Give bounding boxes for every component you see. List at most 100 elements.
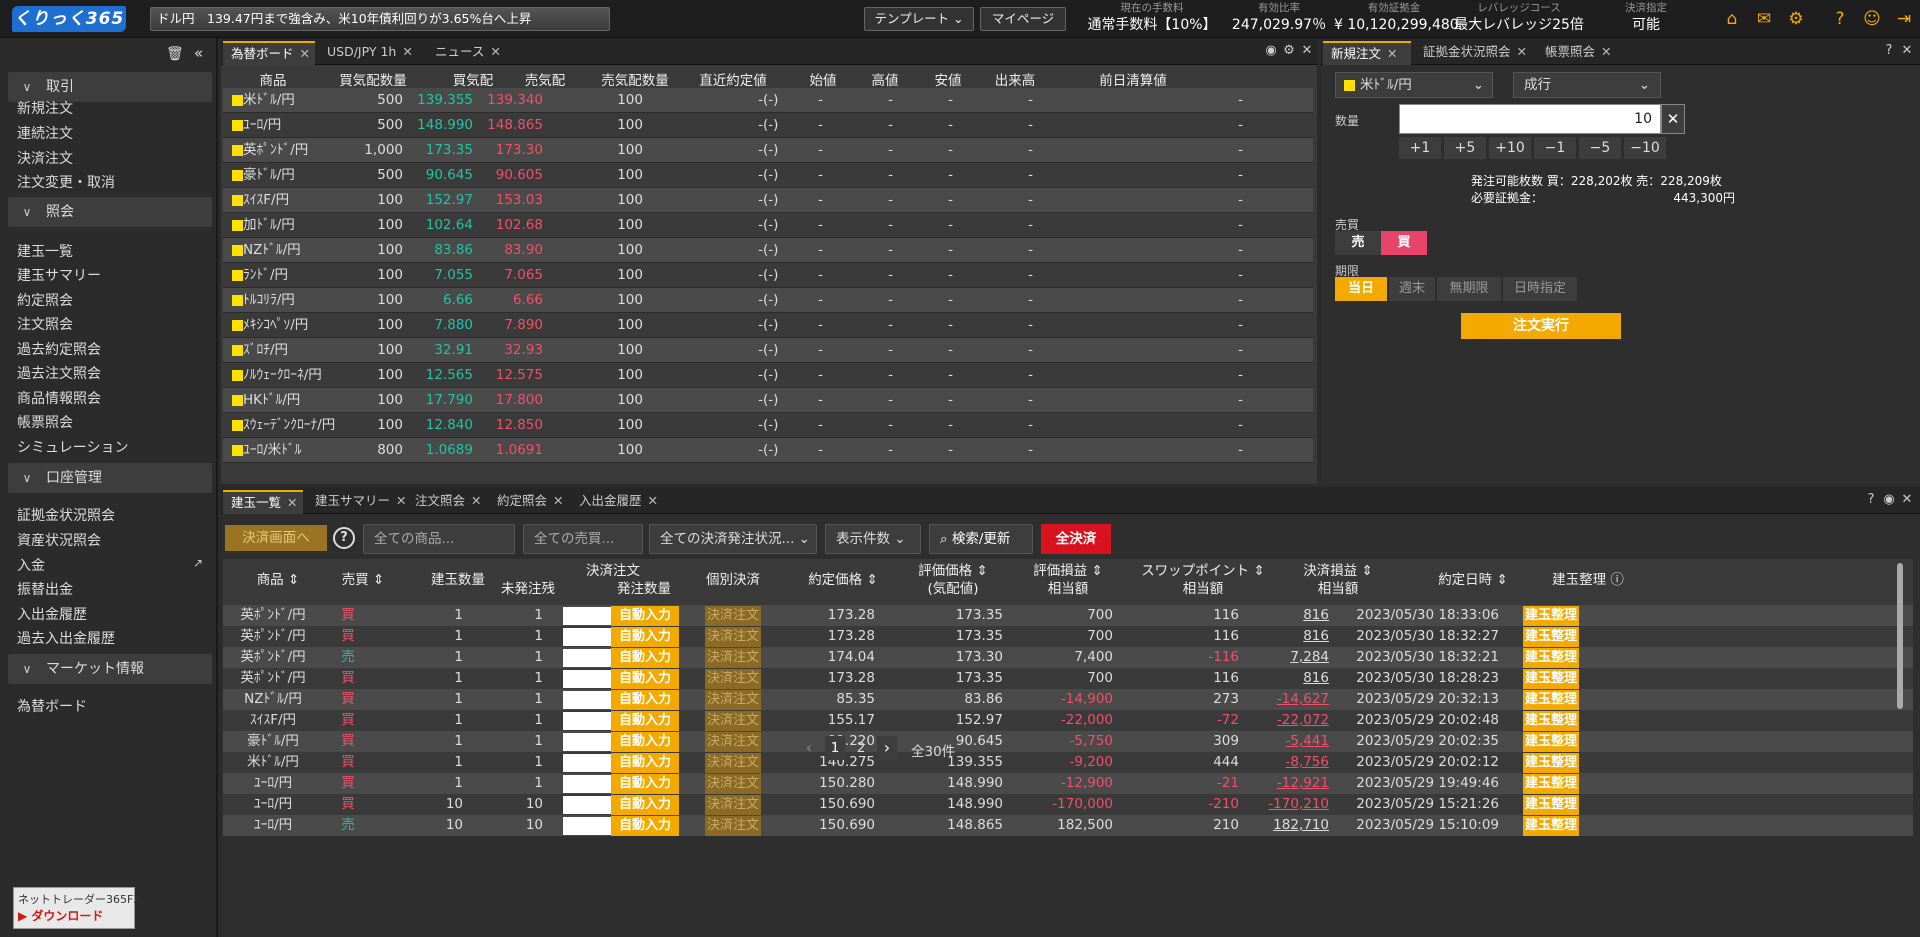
settle-screen-button[interactable]: 決済画面へ	[225, 525, 327, 551]
close-icon[interactable]: ✕	[1387, 46, 1397, 61]
side-filter[interactable]: 全ての売買...	[523, 524, 643, 554]
board-row[interactable]: NZﾄﾞﾙ/円 100 83.86 83.90 100- (-) - - - - -	[223, 238, 1313, 263]
board-row[interactable]: 英ﾎﾟﾝﾄﾞ/円 1,000 173.35 173.30 100- (-) - - - - -	[223, 138, 1313, 163]
auto-fill-button[interactable]: 自動入力	[611, 606, 679, 626]
close-icon[interactable]: ✕	[1517, 44, 1527, 59]
qty-plus-10-button[interactable]: +10	[1489, 137, 1531, 159]
tab-deposit-history[interactable]: 入出金履歴 ✕	[571, 490, 667, 514]
position-row[interactable]: 英ﾎﾟﾝﾄﾞ/円 買 1 1 自動入力 決済注文 173.28 173.35 700 116 816…	[223, 668, 1913, 689]
help-icon[interactable]: ?	[333, 527, 355, 549]
close-position-button[interactable]: 建玉整理	[1523, 774, 1579, 794]
page-1-button[interactable]: 1	[825, 736, 845, 760]
close-icon[interactable]: ✕	[1601, 44, 1611, 59]
sidebar-item-positions[interactable]: 建玉一覧	[17, 241, 73, 261]
order-qty-input[interactable]	[563, 754, 611, 772]
tab-margin-status[interactable]: 証拠金状況照会 ✕	[1415, 41, 1533, 65]
submit-order-button[interactable]: 注文実行	[1461, 313, 1621, 339]
status-filter[interactable]: 全ての決済発注状況... ⌄	[649, 524, 817, 554]
order-qty-input[interactable]	[563, 607, 611, 625]
position-row[interactable]: NZﾄﾞﾙ/円 買 1 1 自動入力 決済注文 85.35 83.86 -14,900 273 -1…	[223, 689, 1913, 710]
sidebar-item-fx-board[interactable]: 為替ボード	[17, 696, 87, 716]
board-row[interactable]: ｽｲｽF/円 100 152.97 153.03 100- (-) - - - - -	[223, 188, 1313, 213]
board-row[interactable]: ｽﾞﾛﾁ/円 100 32.91 32.93 100- (-) - - - - -	[223, 338, 1313, 363]
board-row[interactable]: ﾗﾝﾄﾞ/円 100 7.055 7.065 100- (-) - - - - -	[223, 263, 1313, 288]
section-account[interactable]: ∨ 口座管理	[8, 463, 212, 493]
close-icon[interactable]: ✕	[1299, 43, 1315, 59]
sidebar-item-position-summary[interactable]: 建玉サマリー	[17, 265, 101, 285]
order-qty-input[interactable]	[563, 712, 611, 730]
close-position-button[interactable]: 建玉整理	[1523, 627, 1579, 647]
product-filter[interactable]: 全ての商品...	[363, 524, 515, 554]
settle-order-button[interactable]: 決済注文	[705, 816, 761, 836]
auto-fill-button[interactable]: 自動入力	[611, 732, 679, 752]
sidebar-item-settle-order[interactable]: 決済注文	[17, 148, 73, 168]
sidebar-item-margin-status[interactable]: 証拠金状況照会	[17, 505, 115, 525]
tab-usdjpy-chart[interactable]: USD/JPY 1h ✕	[319, 41, 423, 65]
auto-fill-button[interactable]: 自動入力	[611, 669, 679, 689]
close-icon[interactable]: ✕	[648, 493, 658, 508]
board-row[interactable]: 加ﾄﾞﾙ/円 100 102.64 102.68 100- (-) - - - - -	[223, 213, 1313, 238]
sidebar-item-continuous-order[interactable]: 連続注文	[17, 123, 73, 143]
close-icon[interactable]: ✕	[402, 44, 412, 59]
board-row[interactable]: HKﾄﾞﾙ/円 100 17.790 17.800 100- (-) - - - - -	[223, 388, 1313, 413]
settle-order-button[interactable]: 決済注文	[705, 669, 761, 689]
auto-fill-button[interactable]: 自動入力	[611, 627, 679, 647]
position-settle-pl[interactable]: -12,921	[1263, 773, 1329, 794]
next-page-icon[interactable]: ›	[877, 736, 897, 760]
close-icon[interactable]: ✕	[300, 46, 310, 61]
settle-order-button[interactable]: 決済注文	[705, 627, 761, 647]
sidebar-item-deposit[interactable]: 入金	[17, 555, 45, 575]
board-row[interactable]: ﾉﾙｳｪｰｸﾛｰﾈ/円 100 12.565 12.575 100- (-) - - - - -	[223, 363, 1313, 388]
sidebar-item-modify-cancel[interactable]: 注文変更・取消	[17, 172, 115, 192]
col-exec-date[interactable]: 約定日時 ⇕	[1403, 571, 1543, 589]
close-icon[interactable]: ✕	[287, 495, 297, 510]
position-settle-pl[interactable]: 816	[1263, 626, 1329, 647]
sell-toggle[interactable]: 売	[1335, 231, 1381, 255]
close-icon[interactable]: ✕	[1899, 492, 1915, 508]
position-settle-pl[interactable]: 816	[1263, 605, 1329, 626]
close-position-button[interactable]: 建玉整理	[1523, 669, 1579, 689]
position-row[interactable]: 英ﾎﾟﾝﾄﾞ/円 売 1 1 自動入力 決済注文 174.04 173.30 7,400 -116…	[223, 647, 1913, 668]
board-row[interactable]: ｽｳｪｰﾃﾞﾝｸﾛｰﾅ/円 100 12.840 12.850 100- (-) - - - - -	[223, 413, 1313, 438]
board-row[interactable]: ﾄﾙｺﾘﾗ/円 100 6.66 6.66 100- (-) - - - - -	[223, 288, 1313, 313]
auto-fill-button[interactable]: 自動入力	[611, 648, 679, 668]
qty-minus-5-button[interactable]: −5	[1579, 137, 1621, 159]
close-position-button[interactable]: 建玉整理	[1523, 753, 1579, 773]
collapse-icon[interactable]: «	[194, 44, 203, 62]
tab-news[interactable]: ニュース ✕	[427, 41, 513, 65]
auto-fill-button[interactable]: 自動入力	[611, 690, 679, 710]
position-row[interactable]: ﾕｰﾛ/円 買 10 10 自動入力 決済注文 150.690 148.990 -170,000…	[223, 794, 1913, 815]
period-datetime[interactable]: 日時指定	[1503, 277, 1577, 301]
eye-icon[interactable]: ◉	[1263, 43, 1279, 59]
buy-toggle[interactable]: 買	[1381, 231, 1427, 255]
order-type-select[interactable]: 成行 ⌄	[1513, 72, 1661, 98]
auto-fill-button[interactable]: 自動入力	[611, 795, 679, 815]
sidebar-item-past-executions[interactable]: 過去約定照会	[17, 339, 101, 359]
tab-new-order[interactable]: 新規注文 ✕	[1323, 41, 1411, 65]
user-icon[interactable]: ☺	[1862, 9, 1882, 29]
sidebar-item-withdraw[interactable]: 振替出金	[17, 579, 73, 599]
sidebar-item-past-deposit-history[interactable]: 過去入出金履歴	[17, 628, 115, 648]
qty-minus-1-button[interactable]: −1	[1534, 137, 1576, 159]
gear-icon[interactable]: ⚙	[1281, 43, 1297, 59]
tab-reports[interactable]: 帳票照会 ✕	[1537, 41, 1619, 65]
tab-execution-inquiry[interactable]: 約定照会 ✕	[489, 490, 569, 514]
col-side[interactable]: 売買 ⇕	[323, 571, 403, 589]
order-qty-input[interactable]	[563, 817, 611, 835]
board-row[interactable]: 米ﾄﾞﾙ/円 500 139.355 139.340 100- (-) - - - - -	[223, 88, 1313, 113]
col-exec-price[interactable]: 約定価格 ⇕	[783, 571, 903, 589]
close-icon[interactable]: ✕	[1899, 43, 1915, 59]
position-settle-pl[interactable]: -8,756	[1263, 752, 1329, 773]
position-settle-pl[interactable]: 7,284	[1263, 647, 1329, 668]
trash-icon[interactable]: 🗑	[166, 46, 184, 62]
eye-icon[interactable]: ◉	[1881, 492, 1897, 508]
count-filter[interactable]: 表示件数 ⌄	[825, 524, 921, 554]
settle-order-button[interactable]: 決済注文	[705, 753, 761, 773]
sidebar-item-deposit-history[interactable]: 入出金履歴	[17, 604, 87, 624]
position-row[interactable]: ﾕｰﾛ/円 売 10 10 自動入力 決済注文 150.690 148.865 182,500 2…	[223, 815, 1913, 836]
period-unlimited[interactable]: 無期限	[1437, 277, 1501, 301]
period-today[interactable]: 当日	[1335, 277, 1387, 301]
app-logo[interactable]: くりっく365	[12, 6, 126, 32]
mail-icon[interactable]: ✉	[1754, 9, 1774, 29]
auto-fill-button[interactable]: 自動入力	[611, 753, 679, 773]
